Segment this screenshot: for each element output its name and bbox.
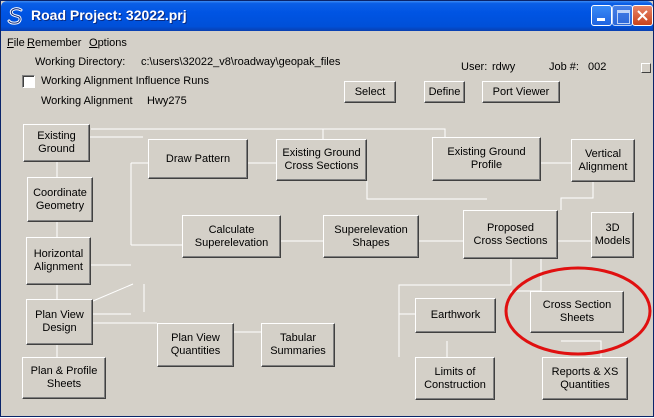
3d-models-button[interactable]: 3D Models bbox=[591, 212, 634, 258]
earthwork-button[interactable]: Earthwork bbox=[415, 298, 496, 333]
superelevation-shapes-button[interactable]: Superelevation Shapes bbox=[323, 215, 419, 258]
limits-of-construction-button[interactable]: Limits of Construction bbox=[415, 357, 495, 400]
road-project-window: Road Project: 32022.prj File Remember Op… bbox=[0, 0, 654, 417]
calculate-superelevation-button[interactable]: Calculate Superelevation bbox=[182, 215, 281, 258]
existing-ground-button[interactable]: Existing Ground bbox=[23, 124, 90, 162]
plan-view-design-button[interactable]: Plan View Design bbox=[26, 299, 93, 345]
reports-xs-quantities-button[interactable]: Reports & XS Quantities bbox=[542, 357, 628, 400]
horizontal-alignment-button[interactable]: Horizontal Alignment bbox=[26, 237, 91, 285]
plan-profile-sheets-button[interactable]: Plan & Profile Sheets bbox=[22, 357, 106, 399]
tabular-summaries-button[interactable]: Tabular Summaries bbox=[261, 323, 335, 367]
plan-view-quantities-button[interactable]: Plan View Quantities bbox=[157, 323, 234, 367]
proposed-cross-sections-button[interactable]: Proposed Cross Sections bbox=[463, 210, 558, 259]
vertical-alignment-button[interactable]: Vertical Alignment bbox=[571, 139, 635, 182]
draw-pattern-button[interactable]: Draw Pattern bbox=[148, 139, 248, 179]
existing-ground-cross-sections-button[interactable]: Existing Ground Cross Sections bbox=[276, 139, 367, 181]
cross-section-sheets-button[interactable]: Cross Section Sheets bbox=[530, 291, 624, 333]
coordinate-geometry-button[interactable]: Coordinate Geometry bbox=[27, 177, 93, 222]
existing-ground-profile-button[interactable]: Existing Ground Profile bbox=[432, 137, 541, 181]
